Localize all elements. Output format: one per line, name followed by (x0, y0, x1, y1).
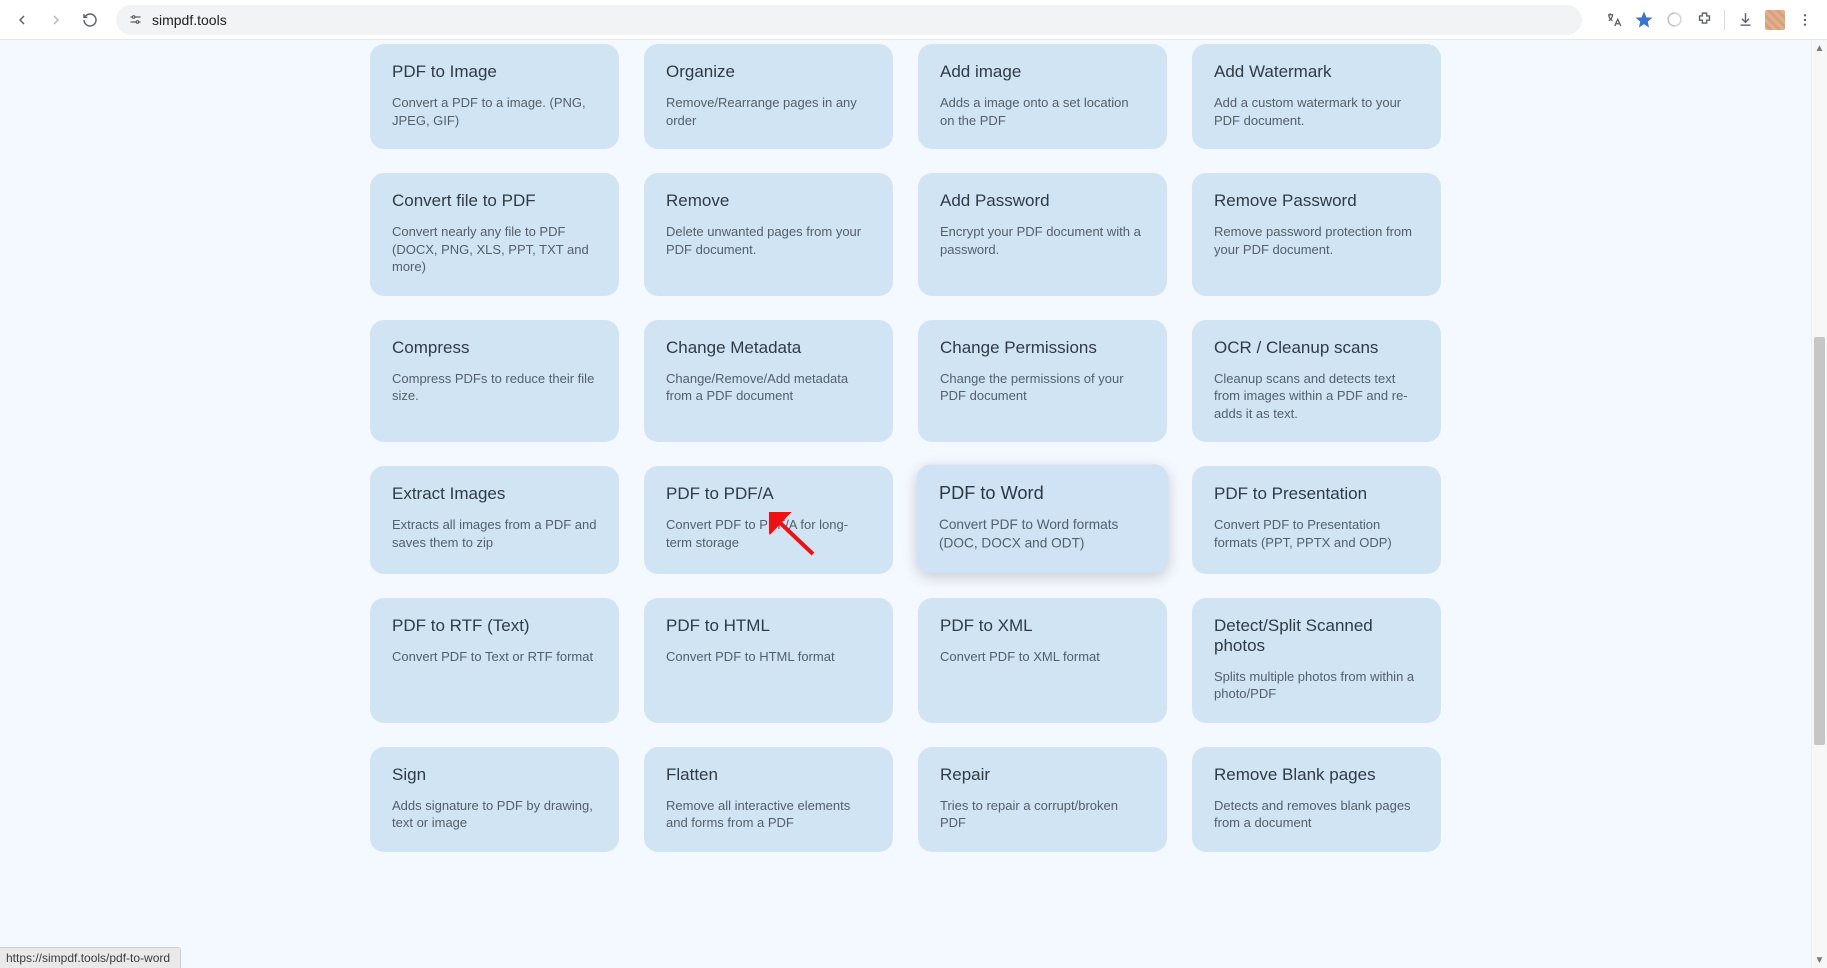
tool-card-title: Remove (666, 191, 871, 211)
tool-card-add-watermark[interactable]: Add Watermark Add a custom watermark to y… (1192, 44, 1441, 149)
tool-card-pdf-to-word[interactable]: PDF to Word Convert PDF to Word formats (… (917, 465, 1168, 574)
tool-card-repair[interactable]: Repair Tries to repair a corrupt/broken P… (918, 747, 1167, 852)
tool-card-description: Compress PDFs to reduce their file size. (392, 370, 597, 405)
downloads-icon[interactable] (1731, 6, 1759, 34)
tool-card-pdf-to-image[interactable]: PDF to Image Convert a PDF to a image. (P… (370, 44, 619, 149)
profile-avatar[interactable] (1761, 6, 1789, 34)
tool-card-description: Adds a image onto a set location on the … (940, 94, 1145, 129)
tool-card-title: Remove Blank pages (1214, 765, 1419, 785)
tool-card-title: OCR / Cleanup scans (1214, 338, 1419, 358)
tool-card-title: PDF to Presentation (1214, 484, 1419, 504)
tool-card-description: Convert nearly any file to PDF (DOCX, PN… (392, 223, 597, 276)
tool-card-description: Convert PDF to XML format (940, 648, 1145, 666)
tool-card-description: Extracts all images from a PDF and saves… (392, 516, 597, 551)
tool-card-title: Flatten (666, 765, 871, 785)
tool-card-description: Change the permissions of your PDF docum… (940, 370, 1145, 405)
tool-card-description: Add a custom watermark to your PDF docum… (1214, 94, 1419, 129)
tool-card-title: PDF to PDF/A (666, 484, 871, 504)
status-bar: https://simpdf.tools/pdf-to-word (0, 947, 181, 968)
tool-card-description: Remove all interactive elements and form… (666, 797, 871, 832)
tool-card-pdf-to-presentation[interactable]: PDF to Presentation Convert PDF to Presen… (1192, 466, 1441, 573)
forward-button[interactable] (42, 6, 70, 34)
tool-card-pdf-to-xml[interactable]: PDF to XML Convert PDF to XML format (918, 598, 1167, 723)
tool-card-title: Extract Images (392, 484, 597, 504)
extensions-icon[interactable] (1690, 6, 1718, 34)
tool-card-sign[interactable]: Sign Adds signature to PDF by drawing, te… (370, 747, 619, 852)
status-link-text: https://simpdf.tools/pdf-to-word (6, 951, 170, 965)
tool-card-organize[interactable]: Organize Remove/Rearrange pages in any or… (644, 44, 893, 149)
tool-card-title: Convert file to PDF (392, 191, 597, 211)
overflow-menu-icon[interactable] (1791, 6, 1819, 34)
toolbar-right (1600, 6, 1819, 34)
tool-card-description: Change/Remove/Add metadata from a PDF do… (666, 370, 871, 405)
tool-card-title: PDF to Image (392, 62, 597, 82)
page-viewport: PDF to Image Convert a PDF to a image. (P… (0, 40, 1827, 968)
tool-card-title: Change Metadata (666, 338, 871, 358)
tool-card-title: Compress (392, 338, 597, 358)
tool-card-remove[interactable]: Remove Delete unwanted pages from your PD… (644, 173, 893, 296)
tool-card-description: Detects and removes blank pages from a d… (1214, 797, 1419, 832)
tool-card-description: Cleanup scans and detects text from imag… (1214, 370, 1419, 423)
scroll-down-arrow-icon[interactable]: ▼ (1812, 952, 1827, 968)
tool-card-remove-password[interactable]: Remove Password Remove password protectio… (1192, 173, 1441, 296)
tool-card-title: PDF to XML (940, 616, 1145, 636)
back-button[interactable] (8, 6, 36, 34)
scroll-up-arrow-icon[interactable]: ▲ (1812, 40, 1827, 56)
translate-icon[interactable] (1600, 6, 1628, 34)
tool-card-description: Convert PDF to HTML format (666, 648, 871, 666)
tool-card-description: Delete unwanted pages from your PDF docu… (666, 223, 871, 258)
tool-card-title: Sign (392, 765, 597, 785)
tool-card-description: Convert PDF to Word formats (DOC, DOCX a… (939, 516, 1146, 553)
bookmark-star-icon[interactable] (1630, 6, 1658, 34)
tool-card-extract-images[interactable]: Extract Images Extracts all images from a… (370, 466, 619, 573)
tool-card-title: Remove Password (1214, 191, 1419, 211)
address-bar[interactable]: simpdf.tools (116, 5, 1582, 35)
tool-card-add-password[interactable]: Add Password Encrypt your PDF document wi… (918, 173, 1167, 296)
tool-card-flatten[interactable]: Flatten Remove all interactive elements a… (644, 747, 893, 852)
tool-card-description: Splits multiple photos from within a pho… (1214, 668, 1419, 703)
tool-card-title: Organize (666, 62, 871, 82)
tool-card-compress[interactable]: Compress Compress PDFs to reduce their fi… (370, 320, 619, 443)
tool-card-description: Remove/Rearrange pages in any order (666, 94, 871, 129)
tool-card-pdf-to-pdfa[interactable]: PDF to PDF/A Convert PDF to PDF/A for lon… (644, 466, 893, 573)
tool-card-pdf-to-html[interactable]: PDF to HTML Convert PDF to HTML format (644, 598, 893, 723)
tool-card-description: Convert a PDF to a image. (PNG, JPEG, GI… (392, 94, 597, 129)
tool-card-title: Detect/Split Scanned photos (1214, 616, 1419, 656)
tool-card-detect-split[interactable]: Detect/Split Scanned photos Splits multip… (1192, 598, 1441, 723)
tool-card-description: Convert PDF to Text or RTF format (392, 648, 597, 666)
browser-toolbar: simpdf.tools (0, 0, 1827, 40)
tool-card-title: PDF to Word (939, 483, 1146, 504)
tool-card-remove-blank[interactable]: Remove Blank pages Detects and removes bl… (1192, 747, 1441, 852)
tool-card-description: Tries to repair a corrupt/broken PDF (940, 797, 1145, 832)
tool-card-ocr[interactable]: OCR / Cleanup scans Cleanup scans and det… (1192, 320, 1441, 443)
tool-card-title: Add image (940, 62, 1145, 82)
tool-card-description: Adds signature to PDF by drawing, text o… (392, 797, 597, 832)
tool-card-title: Repair (940, 765, 1145, 785)
reload-button[interactable] (76, 6, 104, 34)
tool-card-add-image[interactable]: Add image Adds a image onto a set locatio… (918, 44, 1167, 149)
tool-card-description: Encrypt your PDF document with a passwor… (940, 223, 1145, 258)
tool-card-change-metadata[interactable]: Change Metadata Change/Remove/Add metadat… (644, 320, 893, 443)
url-text: simpdf.tools (152, 12, 227, 28)
tool-card-description: Remove password protection from your PDF… (1214, 223, 1419, 258)
tool-card-convert-to-pdf[interactable]: Convert file to PDF Convert nearly any fi… (370, 173, 619, 296)
tool-card-pdf-to-rtf[interactable]: PDF to RTF (Text) Convert PDF to Text or … (370, 598, 619, 723)
tool-grid: PDF to Image Convert a PDF to a image. (P… (356, 44, 1456, 852)
tool-card-title: Add Password (940, 191, 1145, 211)
toolbar-divider (1724, 10, 1725, 30)
site-settings-icon[interactable] (126, 11, 144, 29)
tool-card-description: Convert PDF to Presentation formats (PPT… (1214, 516, 1419, 551)
tool-card-title: Change Permissions (940, 338, 1145, 358)
tool-card-title: Add Watermark (1214, 62, 1419, 82)
scrollbar-thumb[interactable] (1814, 337, 1825, 745)
content-scroll-area[interactable]: PDF to Image Convert a PDF to a image. (P… (0, 40, 1811, 968)
circle-status-icon[interactable] (1660, 6, 1688, 34)
tool-card-title: PDF to HTML (666, 616, 871, 636)
tool-card-change-permissions[interactable]: Change Permissions Change the permissions… (918, 320, 1167, 443)
tool-card-description: Convert PDF to PDF/A for long-term stora… (666, 516, 871, 551)
vertical-scrollbar[interactable]: ▲ ▼ (1811, 40, 1827, 968)
tool-card-title: PDF to RTF (Text) (392, 616, 597, 636)
